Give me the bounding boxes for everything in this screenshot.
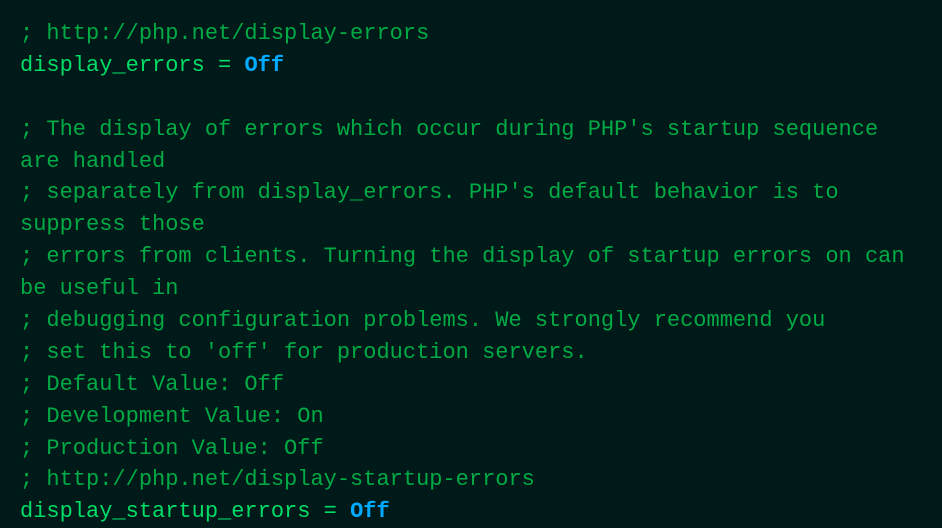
code-line: display_startup_errors = Off: [20, 496, 922, 528]
code-line: display_errors = Off: [20, 50, 922, 82]
code-line: ; debugging configuration problems. We s…: [20, 305, 922, 337]
code-line: ; Default Value: Off: [20, 369, 922, 401]
code-line: ; http://php.net/display-startup-errors: [20, 464, 922, 496]
code-line: [20, 82, 922, 114]
code-line: ; http://php.net/display-errors: [20, 18, 922, 50]
code-line: ; The display of errors which occur duri…: [20, 114, 922, 178]
code-editor: ; http://php.net/display-errorsdisplay_e…: [20, 18, 922, 528]
code-line: ; separately from display_errors. PHP's …: [20, 177, 922, 241]
code-line: ; Production Value: Off: [20, 433, 922, 465]
php-keyword: Off: [244, 53, 284, 78]
php-keyword: Off: [350, 499, 390, 524]
php-code: display_startup_errors =: [20, 499, 350, 524]
code-line: ; set this to 'off' for production serve…: [20, 337, 922, 369]
code-line: ; errors from clients. Turning the displ…: [20, 241, 922, 305]
php-code: display_errors =: [20, 53, 244, 78]
code-line: ; Development Value: On: [20, 401, 922, 433]
